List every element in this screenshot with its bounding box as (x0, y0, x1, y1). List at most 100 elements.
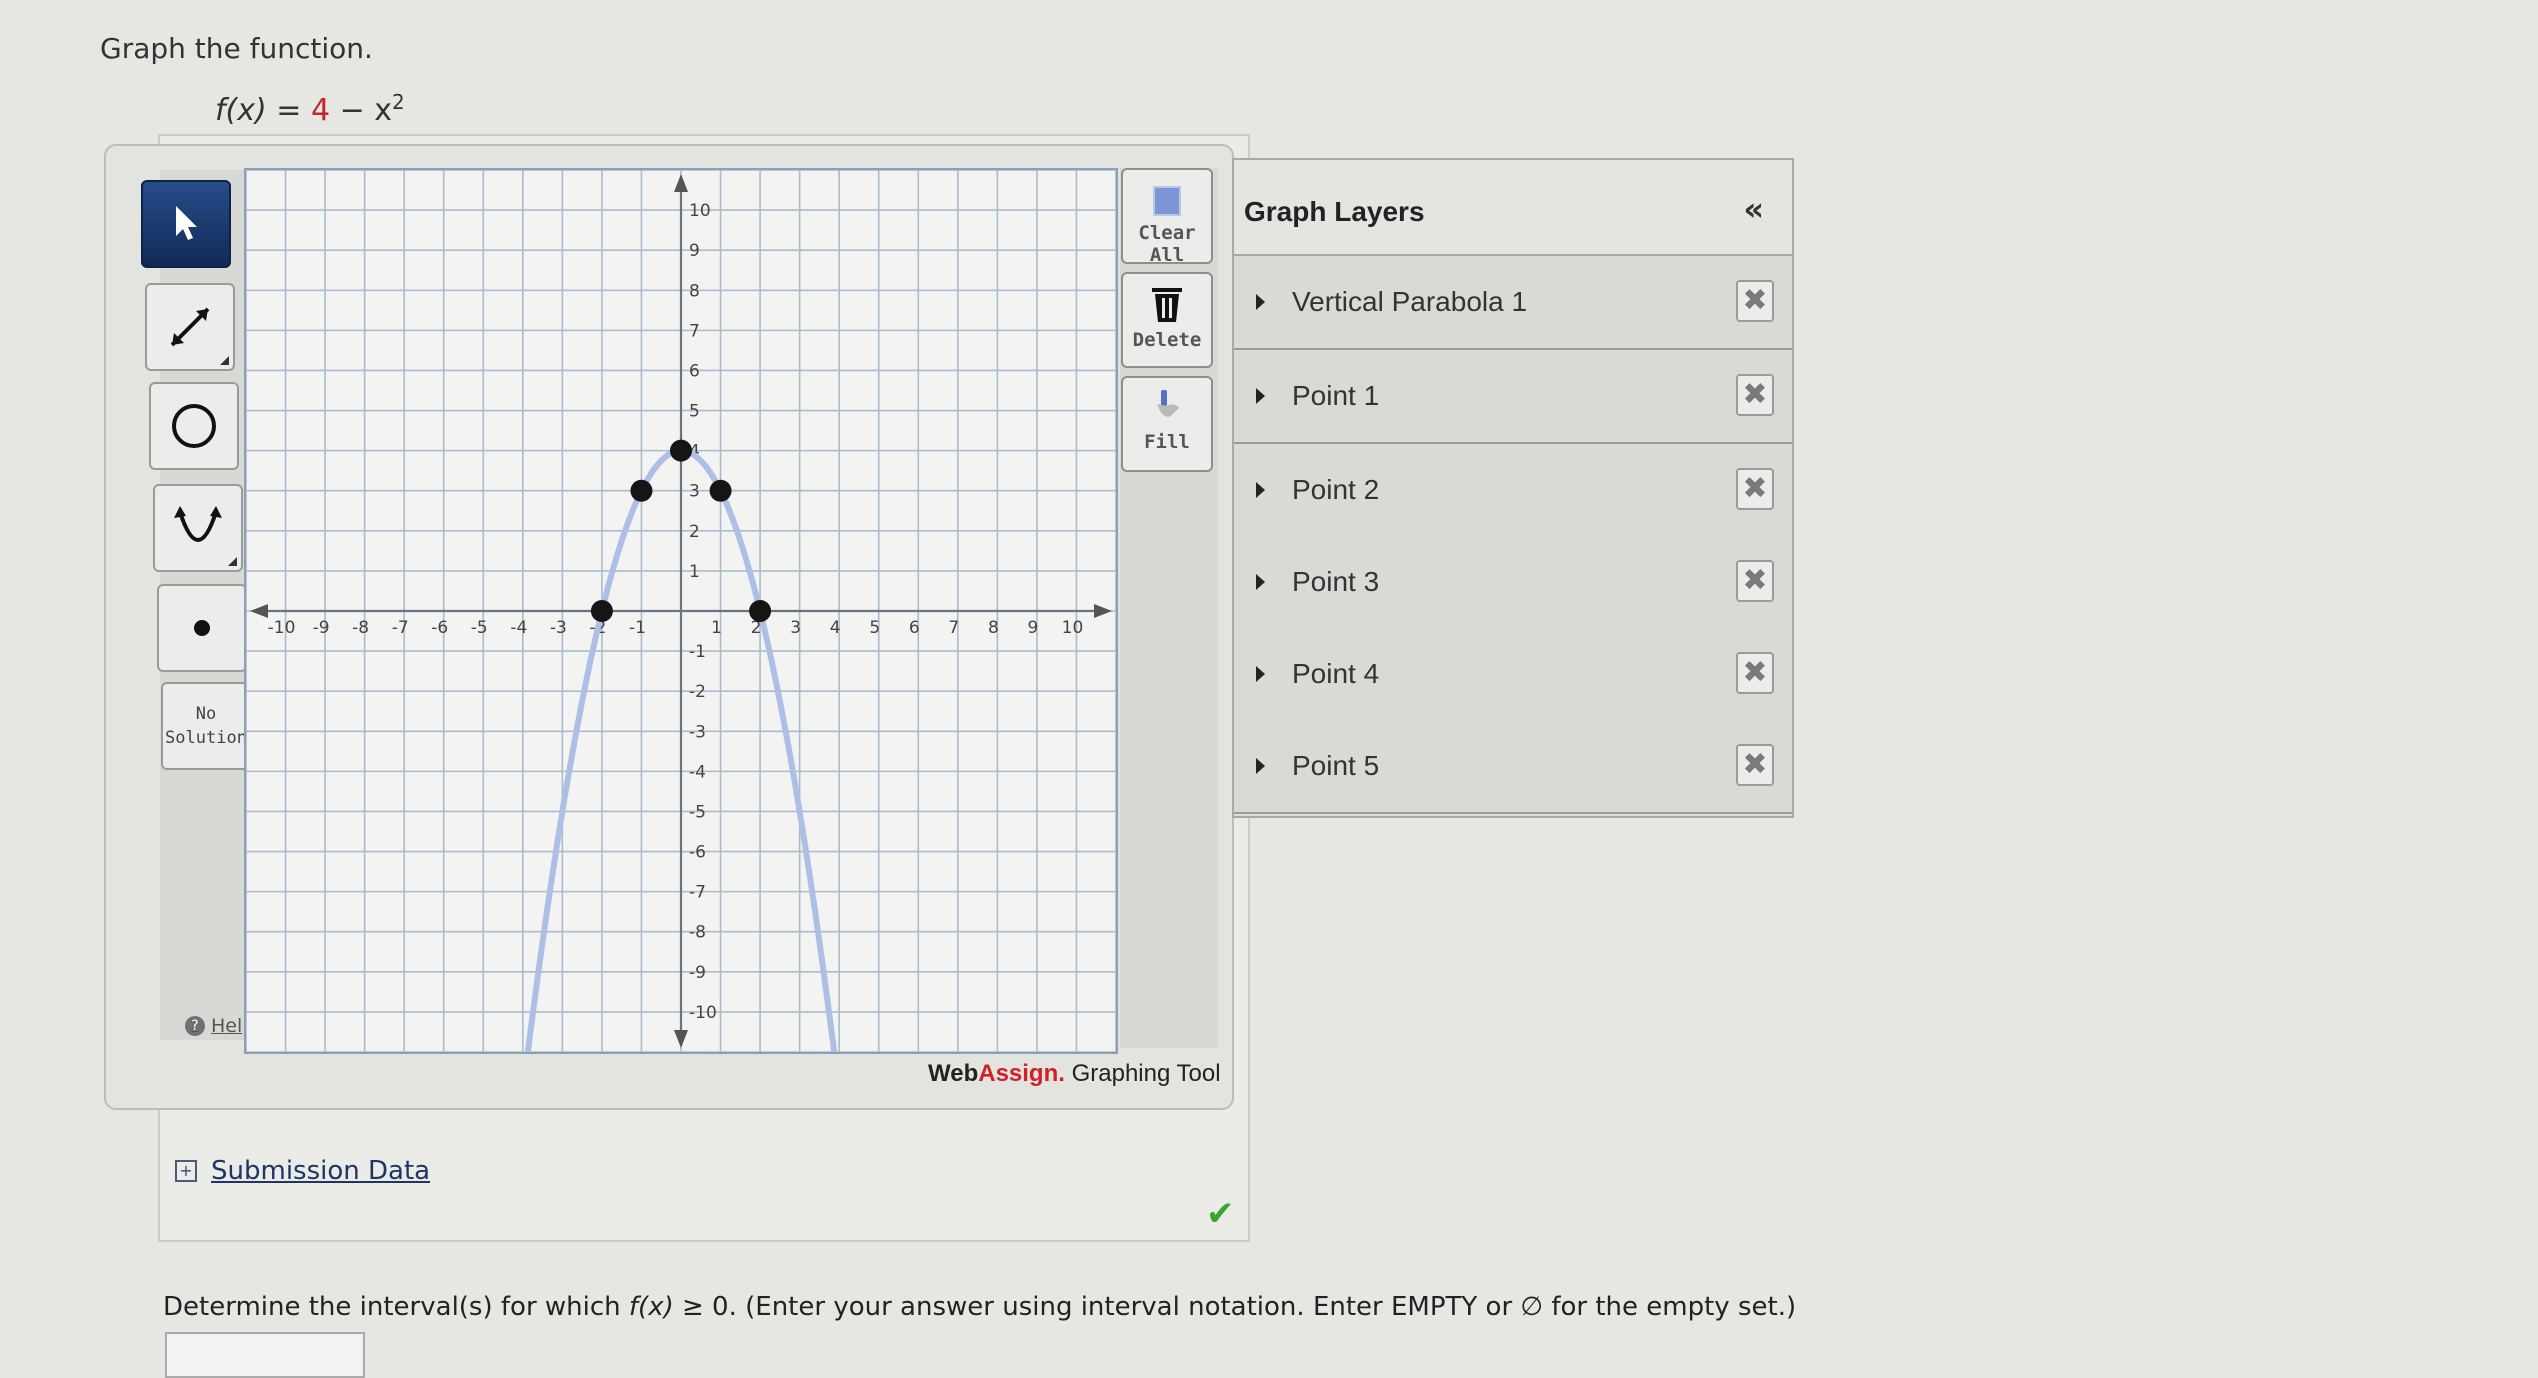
delete-button[interactable]: Delete (1121, 272, 1213, 368)
formula-constant: 4 (310, 93, 331, 128)
clear-all-icon (1153, 186, 1181, 216)
x-tick-label: -8 (352, 618, 369, 638)
x-tick-label: 7 (948, 618, 959, 638)
layer-label: Vertical Parabola 1 (1292, 286, 1528, 317)
y-tick-label: 8 (689, 281, 700, 301)
question-text-after: ≥ 0. (Enter your answer using interval n… (673, 1292, 1797, 1322)
layer-item[interactable]: Point 2 ✖ (1234, 444, 1792, 538)
y-tick-label: 5 (689, 402, 700, 422)
clear-all-button[interactable]: Clear All (1121, 168, 1213, 266)
layer-item[interactable]: Point 4 ✖ (1234, 628, 1792, 722)
expand-arrow-icon[interactable] (1256, 482, 1265, 498)
y-tick-label: -2 (689, 682, 706, 702)
y-tick-label: 1 (689, 562, 700, 582)
parabola-tool-button[interactable] (153, 484, 243, 572)
trash-icon (1152, 288, 1182, 322)
x-tick-label: -7 (392, 618, 409, 638)
x-tick-label: 1 (711, 618, 722, 638)
y-tick-label: 3 (689, 482, 700, 502)
expand-arrow-icon[interactable] (1256, 294, 1265, 310)
layer-item[interactable]: Point 3 ✖ (1234, 536, 1792, 630)
graph-canvas[interactable]: -10 -9 -8 -7 -6 -5 -4 -3 -2 -1 1 2 3 4 5 6 7 8 9 10 -10 -9 -8-… (244, 168, 1118, 1096)
layer-item[interactable]: Point 5 ✖ (1234, 720, 1792, 814)
help-icon: ? (185, 1016, 205, 1036)
x-tick-label: -5 (471, 618, 488, 638)
y-tick-label: -1 (689, 642, 706, 662)
select-tool-button[interactable] (141, 180, 231, 268)
circle-tool-button[interactable] (149, 382, 239, 470)
point-icon (194, 620, 210, 636)
x-tick-label: 9 (1027, 618, 1038, 638)
layer-label: Point 1 (1292, 380, 1380, 411)
x-axis-arrow-right (1094, 604, 1112, 618)
remove-layer-button[interactable]: ✖ (1736, 560, 1774, 602)
graph-point (630, 479, 653, 502)
remove-layer-button[interactable]: ✖ (1736, 374, 1774, 416)
y-tick-label: -10 (689, 1003, 717, 1023)
line-tool-button[interactable] (145, 283, 235, 371)
formula-exponent: 2 (392, 90, 405, 114)
fill-bucket-icon (1157, 390, 1179, 417)
graph-layers-panel: Graph Layers « Vertical Parabola 1 ✖ Poin… (1232, 158, 1794, 818)
graph-point (590, 600, 613, 622)
formula-rest: − x (339, 93, 393, 128)
collapse-panel-icon[interactable]: « (1743, 190, 1764, 228)
no-solution-button[interactable]: No Solution (161, 682, 251, 770)
x-tick-label: -6 (431, 618, 448, 638)
remove-layer-button[interactable]: ✖ (1736, 652, 1774, 694)
layer-label: Point 3 (1292, 566, 1380, 597)
question-text-before: Determine the interval(s) for which (163, 1292, 629, 1322)
layer-label: Point 2 (1292, 474, 1380, 505)
pointer-icon (176, 206, 197, 240)
no-solution-line2: Solution (165, 728, 247, 748)
expand-arrow-icon[interactable] (1256, 666, 1265, 682)
submission-data-label: Submission Data (211, 1156, 431, 1186)
x-tick-label: -9 (313, 618, 330, 638)
expand-plus-icon: + (175, 1160, 197, 1182)
y-tick-label: 9 (689, 241, 700, 261)
remove-layer-button[interactable]: ✖ (1736, 744, 1774, 786)
y-axis-arrow-up (674, 174, 688, 192)
x-tick-label: 6 (909, 618, 920, 638)
y-tick-label: -9 (689, 963, 706, 983)
brand-web: Web (928, 1060, 979, 1087)
dropdown-corner-icon (220, 356, 229, 365)
x-tick-label: -10 (268, 618, 296, 638)
parabola-icon (174, 506, 222, 542)
layer-item[interactable]: Vertical Parabola 1 ✖ (1234, 256, 1792, 350)
x-tick-label: 5 (869, 618, 880, 638)
x-tick-label: 8 (988, 618, 999, 638)
remove-layer-button[interactable]: ✖ (1736, 468, 1774, 510)
function-formula: f(x) = 4 − x2 (215, 90, 405, 128)
x-tick-label: 3 (790, 618, 801, 638)
correct-checkmark-icon: ✔ (1206, 1194, 1235, 1234)
fill-label: Fill (1144, 431, 1190, 453)
expand-arrow-icon[interactable] (1256, 574, 1265, 590)
y-tick-label: 7 (689, 321, 700, 341)
layer-label: Point 5 (1292, 750, 1380, 781)
graph-point (709, 479, 732, 502)
expand-arrow-icon[interactable] (1256, 388, 1265, 404)
x-tick-label: 4 (830, 618, 841, 638)
interval-answer-input[interactable] (165, 1332, 365, 1378)
graph-point (670, 439, 692, 462)
y-tick-label: 10 (689, 201, 711, 221)
point-tool-button[interactable] (157, 584, 247, 672)
y-tick-label: -3 (689, 722, 706, 742)
x-axis-arrow-left (250, 604, 268, 618)
expand-arrow-icon[interactable] (1256, 758, 1265, 774)
question-fx: f(x) (628, 1292, 674, 1322)
remove-layer-button[interactable]: ✖ (1736, 280, 1774, 322)
x-tick-label: -4 (510, 618, 527, 638)
layer-label: Point 4 (1292, 658, 1380, 689)
delete-label: Delete (1132, 329, 1202, 351)
circle-icon (172, 404, 216, 448)
fill-button[interactable]: Fill (1121, 376, 1213, 472)
coordinate-plane[interactable]: -10 -9 -8 -7 -6 -5 -4 -3 -2 -1 1 2 3 4 5 6 7 8 9 10-10-9-8-… (245, 169, 1117, 1096)
layer-item[interactable]: Point 1 ✖ (1234, 350, 1792, 444)
x-tick-label: -1 (629, 618, 646, 638)
y-tick-label: -7 (689, 883, 706, 903)
y-axis-arrow-down (674, 1030, 688, 1048)
submission-data-toggle[interactable]: + Submission Data (175, 1156, 430, 1186)
brand-tool: Graphing Tool (1064, 1060, 1221, 1087)
